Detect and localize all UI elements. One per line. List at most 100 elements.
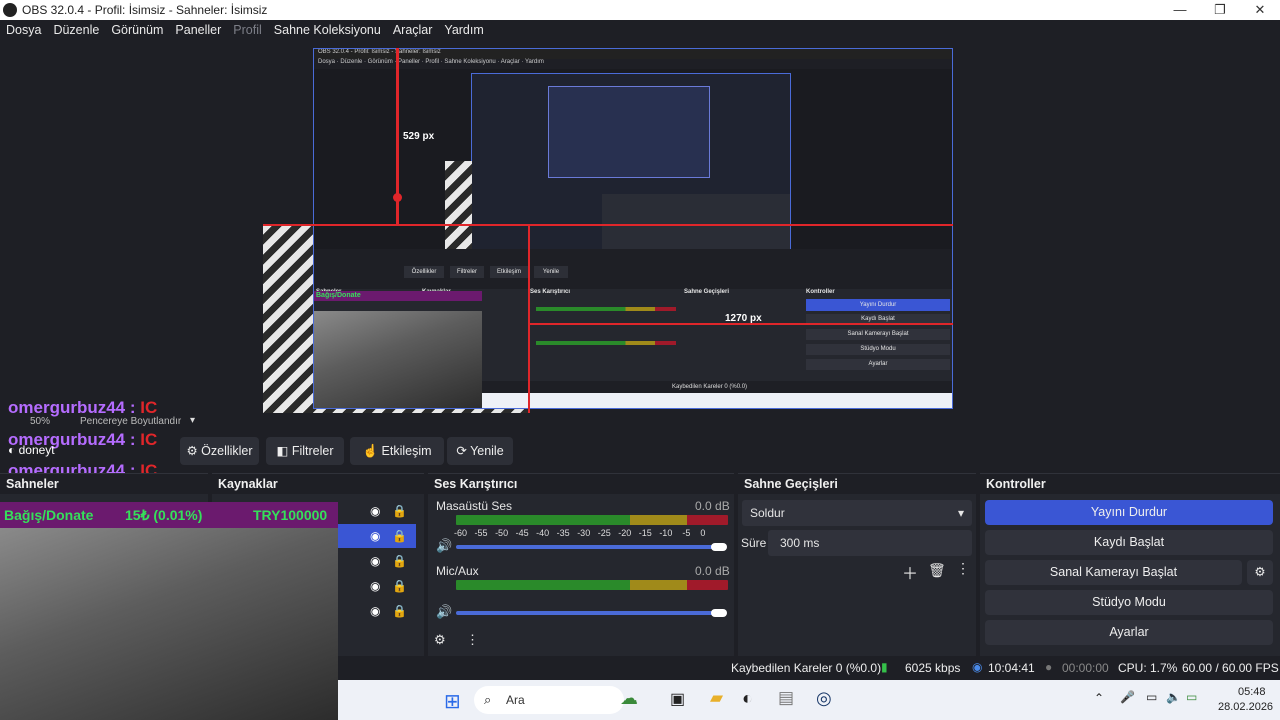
display-icon[interactable]: ▭ [1146, 690, 1157, 704]
duration-label: Süre [741, 536, 767, 550]
menu-tools[interactable]: Araçlar [387, 20, 439, 41]
channel-meter [456, 515, 728, 525]
cpu-usage: CPU: 1.7% [1118, 661, 1178, 675]
visibility-eye-icon[interactable]: ◉ [370, 529, 380, 543]
volume-slider[interactable] [456, 611, 718, 615]
visibility-eye-icon[interactable]: ◉ [370, 554, 380, 568]
menu-docks[interactable]: Paneller [169, 20, 227, 41]
start-record-button[interactable]: Kaydı Başlat [985, 530, 1273, 555]
menu-file[interactable]: Dosya [0, 20, 47, 41]
measure-horizontal-label: 1270 px [725, 313, 762, 324]
nested-transitions-title: Sahne Geçişleri [684, 289, 730, 295]
channel-name: Masaüstü Ses [436, 499, 513, 513]
menu-scene-collection[interactable]: Sahne Koleksiyonu [268, 20, 387, 41]
properties-button[interactable]: ⚙ Özellikler [180, 437, 259, 465]
windows-start-icon[interactable]: ⊞ [444, 689, 461, 714]
mixer-settings-icon[interactable]: ⚙ [434, 632, 446, 648]
red-guide-top [263, 224, 953, 226]
transitions-title: Sahne Geçişleri [738, 474, 976, 494]
lock-icon[interactable]: 🔒 [392, 529, 407, 543]
volume-slider[interactable] [456, 545, 718, 549]
channel-db: 0.0 dB [695, 564, 730, 578]
menu-profile[interactable]: Profil [227, 20, 267, 41]
start-virtualcam-button[interactable]: Sanal Kamerayı Başlat [985, 560, 1242, 585]
app-icon[interactable]: ▤ [778, 688, 794, 708]
menu-help[interactable]: Yardım [438, 20, 489, 41]
menu-view[interactable]: Görünüm [105, 20, 169, 41]
zoom-dropdown-icon[interactable]: ▾ [190, 415, 195, 426]
volume-knob[interactable] [711, 609, 727, 617]
nested-taskbar [482, 393, 952, 408]
search-label: Ara [506, 693, 525, 707]
visibility-eye-icon[interactable]: ◉ [370, 504, 380, 518]
battery-icon[interactable]: ▭ [1186, 690, 1197, 704]
weather-icon[interactable]: ☁ [620, 688, 638, 709]
minimize-button[interactable]: — [1160, 0, 1200, 20]
taskview-icon[interactable]: ▣ [670, 689, 685, 709]
lock-icon[interactable]: 🔒 [392, 604, 407, 618]
steam-icon[interactable]: ◎ [816, 688, 832, 709]
chevron-up-icon[interactable]: ⌃ [1094, 691, 1104, 705]
close-button[interactable]: ✕ [1240, 0, 1280, 20]
virtualcam-settings-icon[interactable]: ⚙ [1247, 560, 1273, 585]
record-icon: ● [1045, 660, 1053, 674]
volume-knob[interactable] [711, 543, 727, 551]
channel-name: Mic/Aux [436, 564, 479, 578]
bitrate: 6025 kbps [905, 661, 961, 675]
channel-meter [456, 580, 728, 590]
window-title: OBS 32.0.4 - Profil: İsimsiz - Sahneler:… [22, 3, 268, 17]
nested-studio-button: Stüdyo Modu [806, 344, 950, 355]
nested-meter-1 [536, 307, 676, 311]
title-bar: OBS 32.0.4 - Profil: İsimsiz - Sahneler:… [0, 0, 1280, 20]
transition-select[interactable]: Soldur ▾ [742, 500, 972, 526]
mic-icon[interactable]: 🎤 [1120, 690, 1135, 704]
transform-handle[interactable] [393, 193, 402, 202]
volume-icon[interactable]: 🔈 [1166, 690, 1181, 704]
speaker-icon[interactable]: 🔊 [436, 604, 452, 620]
stop-stream-button[interactable]: Yayını Durdur [985, 500, 1273, 525]
clock-time[interactable]: 05:48 [1238, 686, 1266, 698]
donate-goal: TRY100000 [253, 507, 328, 523]
visibility-eye-icon[interactable]: ◉ [370, 579, 380, 593]
transition-menu-icon[interactable]: ⋮ [956, 560, 970, 577]
menu-bar: Dosya Düzenle Görünüm Paneller Profil Sahne K… [0, 20, 1280, 41]
studio-mode-button[interactable]: Stüdyo Modu [985, 590, 1273, 615]
donate-label: Bağış/Donate [4, 507, 94, 523]
webcam-feed [0, 528, 338, 720]
trash-icon[interactable]: 🗑 [928, 562, 946, 579]
status-bar: Kaybedilen Kareler 0 (%0.0) ▮ 6025 kbps … [338, 656, 1280, 680]
refresh-button[interactable]: ⟳ Yenile [447, 437, 513, 465]
nested-meter-2 [536, 341, 676, 345]
menu-edit[interactable]: Düzenle [47, 20, 105, 41]
duration-input[interactable]: 300 ms [768, 530, 972, 556]
measure-vertical-label: 529 px [403, 131, 435, 142]
fps: 60.00 / 60.00 FPS [1182, 661, 1279, 675]
channel-db: 0.0 dB [695, 499, 730, 513]
meter-ticks: -60 -55 -50 -45 -40 -35 -30 -25 -20 -15 … [454, 528, 706, 538]
nested-interact: Etkileşim [490, 266, 528, 278]
chat-line-1: omergurbuz44 : IC [8, 398, 158, 417]
scene-transitions-dock: Sahne Geçişleri Soldur ▾ Süre 300 ms ＋ 🗑 … [738, 473, 976, 680]
interact-button[interactable]: ☝ Etkileşim [350, 437, 444, 465]
selected-source-label: ◐ doneyt [8, 443, 55, 457]
maximize-button[interactable]: ❐ [1200, 0, 1240, 20]
visibility-eye-icon[interactable]: ◉ [370, 604, 380, 618]
obs-taskbar-icon[interactable]: ◐ [742, 688, 753, 709]
filters-button[interactable]: ◧ Filtreler [266, 437, 344, 465]
add-transition-icon[interactable]: ＋ [902, 560, 918, 584]
nested-webcam [314, 311, 482, 408]
nested-title: OBS 32.0.4 - Profil: İsimsiz - Sahneler:… [314, 49, 952, 59]
audio-mixer-dock: Ses Karıştırıcı Masaüstü Ses 0.0 dB -60 … [428, 473, 734, 680]
folder-icon[interactable]: ▰ [710, 688, 723, 708]
nested-donate: Bağış/Donate [314, 291, 482, 301]
lock-icon[interactable]: 🔒 [392, 554, 407, 568]
red-guide-right [528, 226, 530, 413]
settings-button[interactable]: Ayarlar [985, 620, 1273, 645]
nested-stream-button: Yayını Durdur [806, 299, 950, 311]
taskbar-search[interactable]: ⌕ Ara [474, 686, 624, 714]
lock-icon[interactable]: 🔒 [392, 579, 407, 593]
lock-icon[interactable]: 🔒 [392, 504, 407, 518]
speaker-icon[interactable]: 🔊 [436, 538, 452, 554]
clock-date[interactable]: 28.02.2026 [1218, 701, 1273, 713]
mixer-menu-icon[interactable]: ⋮ [466, 632, 479, 648]
